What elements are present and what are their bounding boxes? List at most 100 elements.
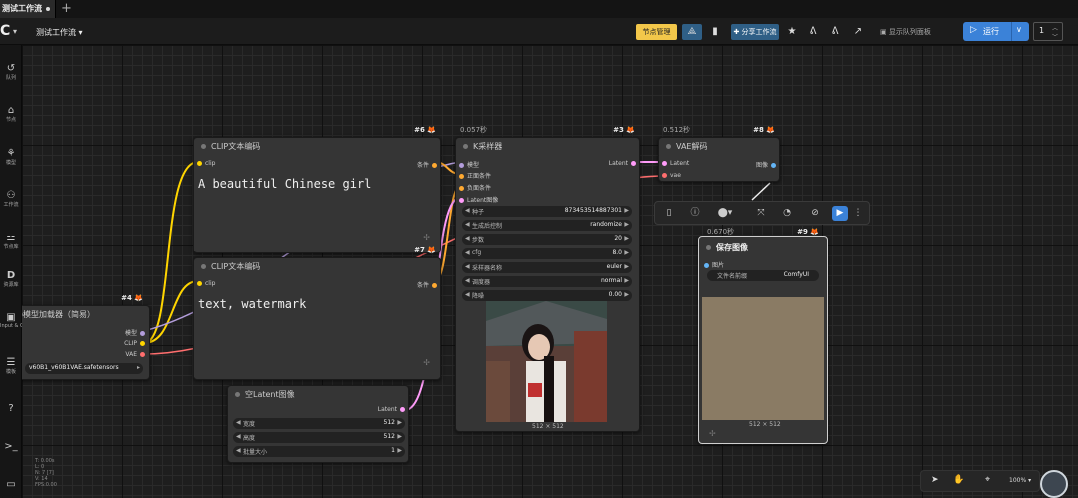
node-badge: #9 🦊 (797, 228, 819, 236)
color-picker-icon[interactable]: ⬤▾ (713, 206, 737, 221)
tab-workflow[interactable]: 测试工作流 (0, 0, 56, 18)
sidebar-item-io[interactable]: ▣Input & Output (0, 312, 22, 329)
output-vae[interactable]: VAE (125, 351, 145, 358)
bookmark-icon[interactable]: ▮ (705, 24, 725, 40)
add-tab-icon[interactable]: + (61, 1, 72, 16)
input-clip[interactable]: clip (197, 160, 215, 167)
workflow-menu[interactable]: 测试工作流 ▾ (36, 27, 83, 38)
input-negative[interactable]: 负面条件 (459, 183, 491, 192)
node-badge: #4 🦊 (121, 294, 143, 302)
input-model[interactable]: 模型 (459, 160, 479, 169)
clip-text-encode-positive-node[interactable]: #6 🦊 CLIP文本编码 clip 条件 A beautiful Chines… (193, 126, 441, 253)
node-library-icon: ⌂ (7, 105, 15, 116)
resize-icon[interactable]: ✢ (423, 233, 430, 242)
filename-prefix-widget[interactable]: 文件名前缀 ComfyUI (707, 270, 819, 281)
input-images[interactable]: 图片 (704, 260, 724, 269)
node-badge: #3 🦊 (613, 126, 635, 134)
input-positive[interactable]: 正面条件 (459, 171, 491, 180)
execute-selected-icon[interactable]: ▶ (832, 206, 848, 221)
input-latent-image[interactable]: Latent图像 (459, 195, 498, 204)
sidebar-item-assets[interactable]: D 资源库 (0, 270, 22, 288)
run-button[interactable]: ▷ 运行 ∨ (963, 22, 1029, 41)
pin-icon[interactable]: ◔ (779, 206, 795, 221)
sidebar-item-templates[interactable]: ⚍ 节点库 (0, 232, 22, 250)
input-vae[interactable]: vae (662, 172, 681, 179)
reset-view-icon[interactable]: ⟁ (682, 24, 702, 40)
node-title: 模型加载器（简易） (11, 306, 149, 321)
hand-mode-icon[interactable]: ✋ (953, 475, 964, 485)
manager-button[interactable]: 节点管理 (636, 24, 677, 40)
seed-widget[interactable]: ◀ 种子 873453514887301 ▶ (462, 206, 632, 217)
share-icon[interactable]: ↗ (848, 24, 868, 40)
terminal-icon: >_ (4, 441, 18, 452)
height-widget[interactable]: ◀ 高度 512 ▶ (233, 432, 405, 443)
batch-count-input[interactable]: 1 (1033, 22, 1063, 41)
resize-icon[interactable]: ✢ (709, 429, 716, 438)
node-title: CLIP文本编码 (194, 138, 440, 153)
sidebar-item-terminal[interactable]: >_ (0, 441, 22, 452)
star-icon[interactable]: ★ (782, 24, 802, 40)
empty-latent-image-node[interactable]: 空Latent图像 Latent ◀ 宽度 512 ▶ ◀ 高度 512 ▶ ◀ 批量大小 1 ▶ (227, 385, 409, 463)
copy-icon[interactable]: ▯ (661, 206, 677, 221)
prompt-textarea[interactable]: A beautiful Chinese girl (194, 171, 440, 251)
latent-preview-image[interactable] (486, 301, 607, 422)
sidebar-item-workflows[interactable]: ⚇ 工作流 (0, 190, 22, 208)
sidebar-item-logs[interactable]: ▭ (0, 479, 22, 490)
width-widget[interactable]: ◀ 宽度 512 ▶ (233, 418, 405, 429)
more-options-icon[interactable]: ⋮ (853, 206, 863, 221)
play-icon: ▷ (970, 25, 977, 35)
output-image[interactable]: 图像 (756, 160, 776, 169)
fit-view-icon[interactable]: ⌖ (985, 475, 990, 485)
assets-icon: D (6, 270, 16, 281)
saved-image-preview[interactable] (702, 297, 824, 420)
sidebar-item-models[interactable]: ⚘ 模型 (0, 148, 22, 166)
compare-icon[interactable]: ᕕ (803, 24, 823, 40)
output-clip[interactable]: CLIP (124, 340, 145, 347)
share-workflow-button[interactable]: ✚ 分享工作流 (731, 24, 779, 40)
decrement-icon[interactable]: ﹀ (1052, 32, 1058, 41)
denoise-widget[interactable]: ◀ 降噪 0.00 ▶ (462, 290, 632, 301)
user-avatar[interactable] (1040, 470, 1068, 498)
input-clip[interactable]: clip (197, 280, 215, 287)
save-image-node[interactable]: 0.670秒 #9 🦊 保存图像 图片 文件名前缀 ComfyUI 512 × 5… (698, 228, 828, 444)
output-conditioning[interactable]: 条件 (417, 160, 437, 169)
increment-icon[interactable]: ︿ (1052, 23, 1058, 32)
model-select[interactable]: v60B1_v60B1VAE.safetensors ▸ (25, 363, 143, 374)
queue-panel-toggle[interactable]: ▣ 显示队列面板 (880, 27, 931, 37)
checkpoint-loader-node[interactable]: #4 🦊 模型加载器（简易） 模型 CLIP VAE v60B1_v60B1VA… (10, 294, 150, 380)
comfy-logo-icon[interactable]: C (0, 23, 10, 39)
template-icon: ☰ (6, 357, 16, 368)
sidebar-item-help[interactable]: ? (0, 403, 22, 414)
bypass-icon[interactable]: ⤧ (753, 206, 769, 221)
output-model[interactable]: 模型 (125, 328, 145, 337)
info-icon[interactable]: ⓘ (687, 206, 703, 221)
steps-widget[interactable]: ◀ 步数 20 ▶ (462, 234, 632, 245)
zoom-level[interactable]: 100% ▾ (1009, 477, 1031, 484)
ksampler-node[interactable]: 0.057秒 #3 🦊 K采样器 模型 正面条件 负面条件 Latent图像 L… (455, 126, 640, 432)
control-after-generate-widget[interactable]: ◀ 生成后控制 randomize ▶ (462, 220, 632, 231)
vae-decode-node[interactable]: 0.512秒 #8 🦊 VAE解码 Latent vae 图像 (658, 126, 780, 182)
select-mode-icon[interactable]: ➤ (931, 475, 939, 485)
batch-size-widget[interactable]: ◀ 批量大小 1 ▶ (233, 446, 405, 457)
preview-size-label: 512 × 512 (749, 421, 781, 428)
run-mode-chevron-icon[interactable]: ∨ (1016, 25, 1022, 34)
cfg-widget[interactable]: ◀ cfg 8.0 ▶ (462, 248, 632, 259)
node-title: 保存图像 (699, 239, 827, 254)
prompt-textarea[interactable]: text, watermark (194, 291, 440, 377)
sidebar-item-queue[interactable]: ↺ 队列 (0, 63, 22, 81)
output-conditioning[interactable]: 条件 (417, 280, 437, 289)
resize-icon[interactable]: ✢ (423, 358, 430, 367)
input-latent[interactable]: Latent (662, 160, 689, 167)
output-latent[interactable]: Latent (378, 406, 405, 413)
translate-icon[interactable]: ᕕ (825, 24, 845, 40)
sampler-name-widget[interactable]: ◀ 采样器名称 euler ▶ (462, 262, 632, 273)
girl-portrait-image (486, 301, 607, 422)
sidebar-item-template[interactable]: ☰ 模板 (0, 357, 22, 375)
chevron-down-icon[interactable]: ▾ (13, 27, 17, 36)
clip-text-encode-negative-node[interactable]: #7 🦊 CLIP文本编码 clip 条件 text, watermark ✢ (193, 246, 441, 380)
sidebar-item-nodes[interactable]: ⌂ 节点 (0, 105, 22, 123)
output-latent[interactable]: Latent (609, 160, 636, 167)
scheduler-widget[interactable]: ◀ 调度器 normal ▶ (462, 276, 632, 287)
node-badge: #8 🦊 (753, 126, 775, 134)
mute-icon[interactable]: ⊘ (807, 206, 823, 221)
